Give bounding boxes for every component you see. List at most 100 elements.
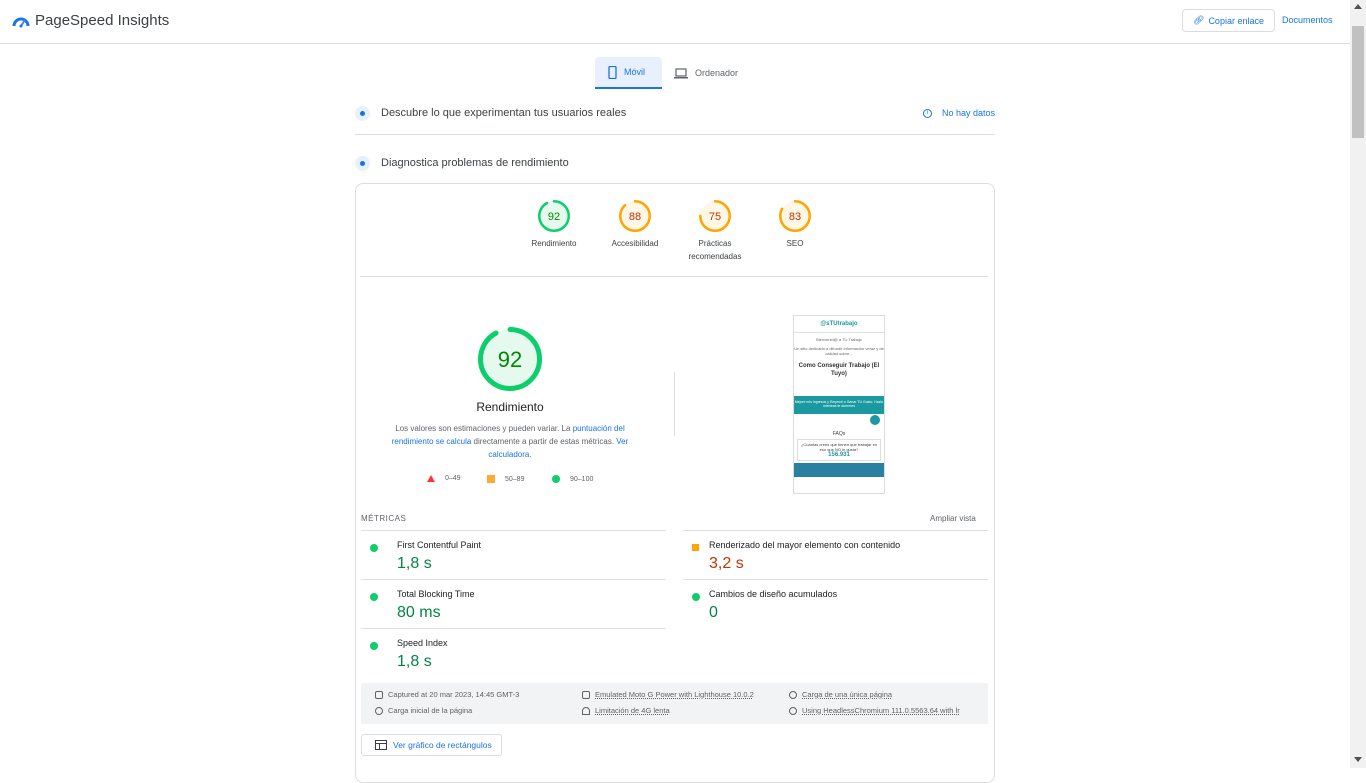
scroll-down-arrow-icon[interactable] xyxy=(1354,757,1362,762)
gauge-score: 88 xyxy=(629,211,641,223)
info-icon: i xyxy=(922,108,932,118)
env-text: Captured at 20 mar 2023, 14:45 GMT-3 xyxy=(388,690,520,699)
docs-link[interactable]: Documentos xyxy=(1282,15,1333,25)
score-gauge-seo[interactable]: 83 SEO xyxy=(755,199,835,250)
env-browser[interactable]: Using HeadlessChromium 111.0.5563.64 wit… xyxy=(789,706,960,715)
field-data-title: Descubre lo que experimentan tus usuario… xyxy=(381,107,627,119)
metric-name: Renderizado del mayor elemento con conte… xyxy=(709,540,901,550)
link-icon: 🔗︎ xyxy=(1193,15,1205,25)
legend-poor: 0–49 xyxy=(427,475,461,482)
good-circle-icon xyxy=(370,544,378,552)
metric-name: Cambios de diseño acumulados xyxy=(709,589,838,599)
score-label: Prácticas recomendadas xyxy=(688,239,742,261)
desc-text: Los valores son estimaciones y pueden va… xyxy=(395,424,573,433)
scores-divider xyxy=(360,276,988,277)
copy-link-button[interactable]: 🔗︎ Copiar enlace xyxy=(1182,9,1275,32)
screenshot-faq: FAQs xyxy=(832,431,846,437)
metric-divider xyxy=(683,579,988,580)
gauge-score: 75 xyxy=(709,211,721,223)
metric-value: 0 xyxy=(709,604,718,621)
good-circle-icon xyxy=(370,642,378,650)
no-data-label: No hay datos xyxy=(941,108,995,118)
gauge-ring: 75 xyxy=(699,200,731,232)
scrollbar-thumb[interactable] xyxy=(1352,26,1364,138)
legend-range: 90–100 xyxy=(570,475,594,483)
gauge-score: 92 xyxy=(548,211,560,223)
screenshot-welcome: Bienvenid@ a TU Trabajo xyxy=(816,337,862,342)
treemap-label: Ver gráfico de rectángulos xyxy=(393,740,492,750)
screenshot-site-name: @sTUtrabajo xyxy=(794,316,884,333)
diagnostics-icon xyxy=(355,155,370,171)
score-label: SEO xyxy=(786,239,804,248)
gauge-score: 83 xyxy=(789,211,801,223)
performance-description: Los valores son estimaciones y pueden va… xyxy=(385,422,635,461)
score-label: Accesibilidad xyxy=(611,239,659,248)
copy-link-label: Copiar enlace xyxy=(1208,15,1264,26)
gauge-score: 92 xyxy=(498,347,522,372)
legend-good: 90–100 xyxy=(552,475,593,483)
metric-name: First Contentful Paint xyxy=(397,540,482,550)
tab-desktop[interactable]: Ordenador xyxy=(668,57,748,89)
scroll-up-arrow-icon[interactable] xyxy=(1354,4,1362,9)
metric-value: 1,8 s xyxy=(397,653,432,670)
performance-big-gauge: 92 xyxy=(478,327,542,391)
screenshot-intro: Un sitio dedicado a difundir información… xyxy=(794,346,884,356)
metric-name: Speed Index xyxy=(397,638,448,648)
square-icon xyxy=(487,475,495,483)
users-icon xyxy=(355,105,370,121)
wifi-icon xyxy=(582,706,590,715)
desc-text: . xyxy=(529,450,532,459)
score-gauge-accessibility[interactable]: 88 Accesibilidad xyxy=(595,199,675,250)
good-circle-icon xyxy=(692,593,700,601)
env-session[interactable]: Carga de una única página xyxy=(789,690,892,699)
no-data-status[interactable]: i No hay datos xyxy=(922,108,995,118)
triangle-icon xyxy=(427,475,435,482)
env-network[interactable]: Limitación de 4G lenta xyxy=(582,706,670,715)
field-data-section[interactable]: Descubre lo que experimentan tus usuario… xyxy=(355,98,995,128)
chrome-icon xyxy=(789,706,797,715)
metric-value: 80 ms xyxy=(397,604,441,621)
screenshot-number: 156.931 xyxy=(828,452,850,458)
metric-name: Total Blocking Time xyxy=(397,589,475,599)
tab-mobile[interactable]: Móvil xyxy=(595,57,662,89)
score-gauge-performance[interactable]: 92 Rendimiento xyxy=(514,199,594,250)
screenshot-banner: Mejoré mis Ingresos y Empecé a Ganar TU … xyxy=(794,396,884,414)
env-text: Carga inicial de la página xyxy=(388,706,473,715)
metric-divider xyxy=(361,628,666,629)
gauge-ring: 88 xyxy=(619,200,651,232)
screenshot-question-box: ¿Cuántas crees que tienen que trabajar e… xyxy=(797,439,881,461)
screenshot-footer-bar xyxy=(794,463,884,477)
lab-data-section: Diagnostica problemas de rendimiento xyxy=(355,148,995,178)
average-square-icon xyxy=(692,544,699,551)
screenshot-whatsapp-icon xyxy=(870,415,880,425)
page-screenshot: @sTUtrabajo Bienvenid@ a TU Trabajo Un s… xyxy=(793,315,885,494)
app-title[interactable]: PageSpeed Insights xyxy=(35,12,169,29)
tab-mobile-label: Móvil xyxy=(624,67,646,77)
vertical-separator xyxy=(674,372,675,436)
environment-info: Captured at 20 mar 2023, 14:45 GMT-3 Emu… xyxy=(361,683,988,724)
score-gauge-best-practices[interactable]: 75 Prácticas recomendadas xyxy=(675,199,755,263)
env-text: Limitación de 4G lenta xyxy=(595,706,670,715)
device-icon xyxy=(582,690,590,699)
env-device[interactable]: Emulated Moto G Power with Lighthouse 10… xyxy=(582,690,754,699)
users-icon xyxy=(789,690,797,699)
legend-average: 50–89 xyxy=(487,475,524,483)
treemap-button[interactable]: Ver gráfico de rectángulos xyxy=(361,734,502,756)
metric-divider xyxy=(361,530,666,531)
env-text: Using HeadlessChromium 111.0.5563.64 wit… xyxy=(802,706,960,715)
gauge-ring: 92 xyxy=(538,200,570,232)
timer-icon xyxy=(375,706,383,715)
env-captured: Captured at 20 mar 2023, 14:45 GMT-3 xyxy=(375,690,519,699)
score-label: Rendimiento xyxy=(531,239,577,248)
gauge-ring: 83 xyxy=(779,200,811,232)
treemap-icon xyxy=(375,740,387,750)
tab-desktop-label: Ordenador xyxy=(695,68,739,78)
pagespeed-logo-icon[interactable] xyxy=(12,12,30,28)
lab-data-title: Diagnostica problemas de rendimiento xyxy=(381,157,569,169)
legend-range: 0–49 xyxy=(445,475,461,482)
laptop-icon xyxy=(674,67,688,78)
expand-view-toggle[interactable]: Ampliar vista xyxy=(930,514,976,523)
env-text: Emulated Moto G Power with Lighthouse 10… xyxy=(595,690,754,699)
top-bar: PageSpeed Insights 🔗︎ Copiar enlace Docu… xyxy=(0,0,1350,44)
good-circle-icon xyxy=(370,593,378,601)
